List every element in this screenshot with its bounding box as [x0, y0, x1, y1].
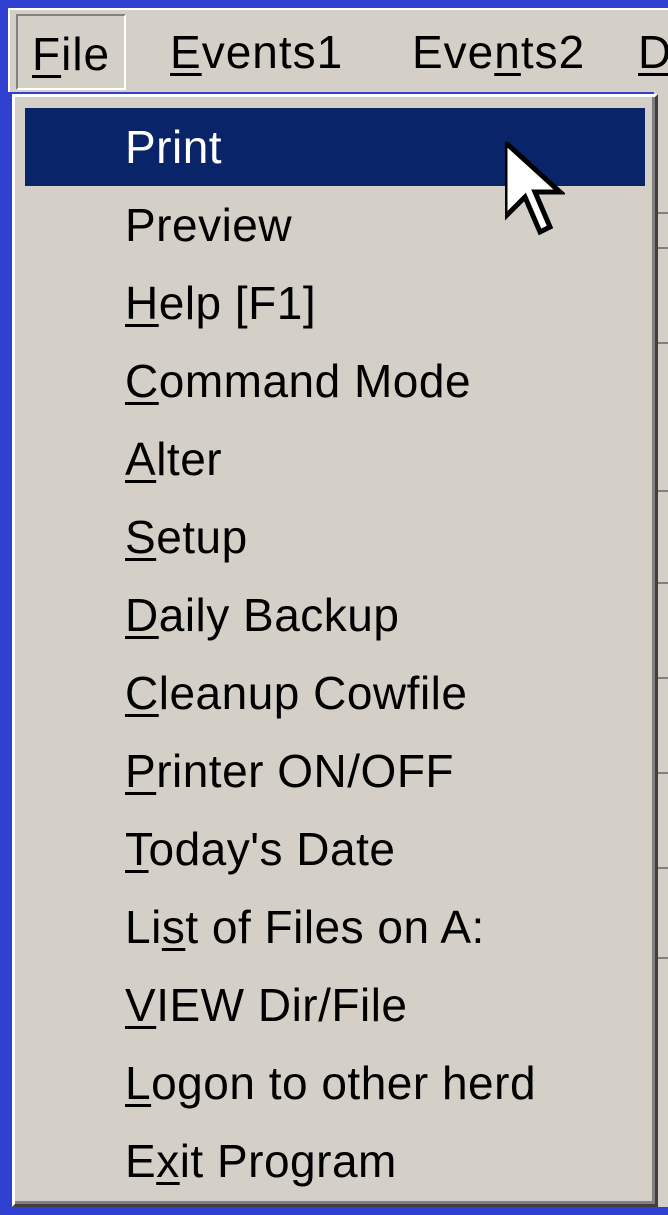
menu-item-command-mode[interactable]: Command Mode	[25, 342, 645, 420]
menu-item-mnemonic: A	[125, 433, 157, 485]
menu-item-cleanup-cowfile[interactable]: Cleanup Cowfile	[25, 654, 645, 732]
menu-item-label-rest: lter	[156, 433, 223, 485]
menu-item-mnemonic: H	[125, 277, 159, 329]
menu-d-mnemonic: D	[638, 26, 668, 78]
menu-item-label-rest: ogon to other herd	[151, 1057, 537, 1109]
menu-events1-rest: vents1	[201, 26, 344, 78]
menu-item-label-rest: it Program	[179, 1135, 397, 1187]
menu-item-label-rest: IEW Dir/File	[156, 979, 408, 1031]
menu-item-label-rest: aily Backup	[158, 589, 400, 641]
menu-item-label-rest: etup	[156, 511, 248, 563]
menu-events2-mnemonic: n	[494, 26, 521, 78]
menu-item-setup[interactable]: Setup	[25, 498, 645, 576]
menu-item-mnemonic: x	[156, 1135, 180, 1187]
menu-file[interactable]: File	[16, 14, 127, 90]
menu-item-help[interactable]: Help [F1]	[25, 264, 645, 342]
menu-item-label-rest: leanup Cowfile	[158, 667, 468, 719]
menu-item-view-dir-file[interactable]: VIEW Dir/File	[25, 966, 645, 1044]
menu-item-daily-backup[interactable]: Daily Backup	[25, 576, 645, 654]
menu-item-label: Print	[125, 121, 223, 173]
mouse-pointer-arrow-icon	[505, 142, 565, 236]
menu-item-label-pre: E	[125, 1135, 157, 1187]
menu-item-logon-other-herd[interactable]: Logon to other herd	[25, 1044, 645, 1122]
menu-item-mnemonic: D	[125, 589, 159, 641]
desktop-strip	[0, 1207, 668, 1215]
menu-item-exit-program[interactable]: Exit Program	[25, 1122, 645, 1200]
menu-item-mnemonic: P	[125, 745, 157, 797]
menu-item-list-files[interactable]: List of Files on A:	[25, 888, 645, 966]
menu-item-label-rest: rinter ON/OFF	[156, 745, 455, 797]
menu-d[interactable]: D	[636, 14, 668, 90]
menu-item-mnemonic: T	[125, 823, 149, 875]
menu-bar: File Events1 Events2 D	[8, 8, 668, 92]
menu-events2-rest: ts2	[520, 26, 586, 78]
menu-item-label-pre: Li	[125, 901, 162, 953]
file-dropdown-menu: Print Preview Help [F1] Command Mode Alt…	[12, 94, 658, 1207]
menu-item-mnemonic: s	[161, 901, 186, 953]
menu-item-alter[interactable]: Alter	[25, 420, 645, 498]
menu-item-label: Preview	[125, 199, 293, 251]
menu-file-rest: ile	[61, 28, 111, 80]
menu-item-mnemonic: C	[125, 667, 159, 719]
menu-item-todays-date[interactable]: Today's Date	[25, 810, 645, 888]
menu-item-printer-on-off[interactable]: Printer ON/OFF	[25, 732, 645, 810]
menu-item-mnemonic: C	[125, 355, 159, 407]
menu-item-label-rest: oday's Date	[148, 823, 396, 875]
menu-item-mnemonic: L	[125, 1057, 152, 1109]
menu-events2[interactable]: Events2	[398, 14, 599, 90]
menu-events1[interactable]: Events1	[156, 14, 357, 90]
menu-item-label-rest: elp [F1]	[158, 277, 317, 329]
menu-item-mnemonic: S	[125, 511, 157, 563]
menu-item-label-rest: ommand Mode	[158, 355, 472, 407]
menu-item-label-rest: t of Files on A:	[185, 901, 485, 953]
menu-events1-mnemonic: E	[170, 26, 202, 78]
menu-file-mnemonic: F	[32, 28, 62, 80]
menu-item-mnemonic: V	[125, 979, 157, 1031]
menu-events2-pre: Eve	[412, 26, 495, 78]
